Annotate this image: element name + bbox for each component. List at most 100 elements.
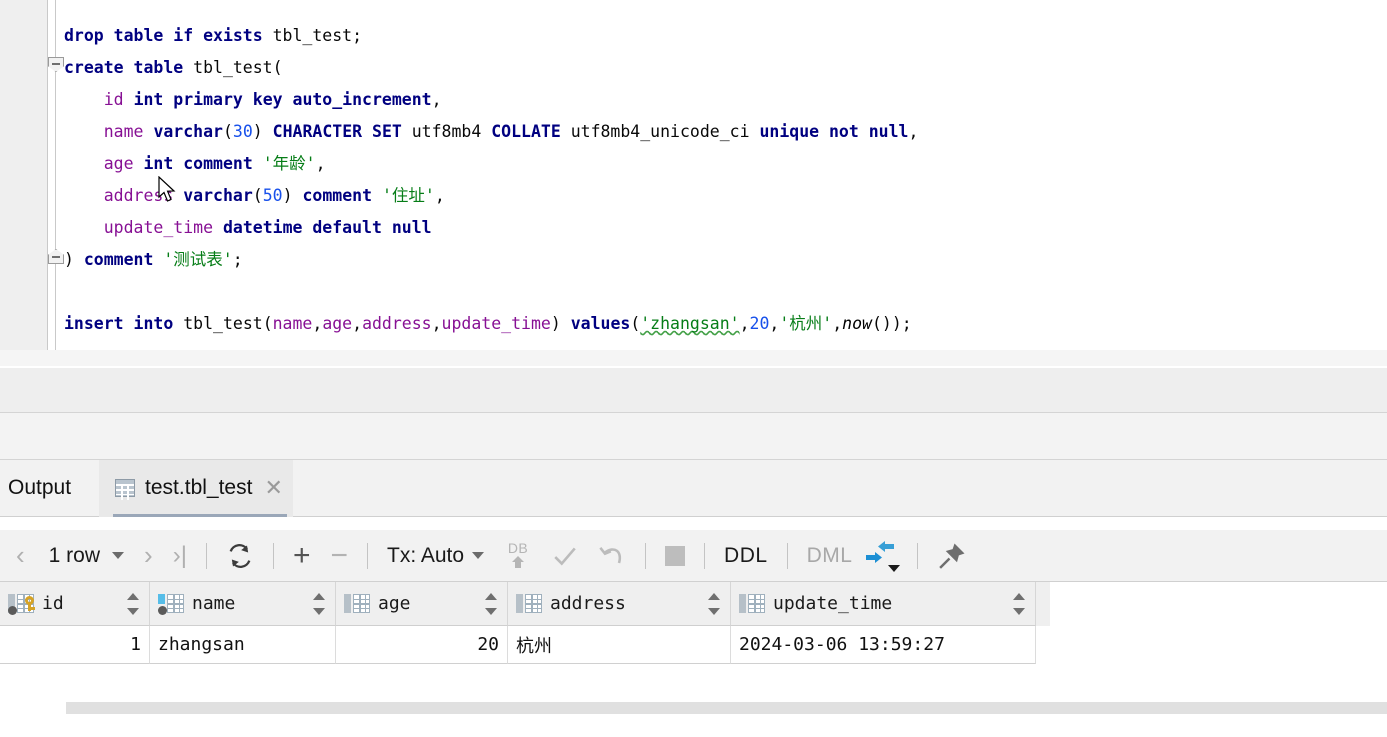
code-token: '年龄' [262,154,316,173]
table-cell-name[interactable]: zhangsan [150,626,336,664]
close-icon[interactable]: ✕ [264,477,282,499]
table-cell-address[interactable]: 杭州 [508,626,731,664]
sort-toggle-icon[interactable] [313,593,325,615]
code-token: 30 [232,122,253,141]
code-token: comment [302,186,373,205]
grid-column-header-name[interactable]: name [150,582,336,626]
grid-column-header-update_time[interactable]: update_time [731,582,1036,626]
transaction-mode-dropdown[interactable]: Tx: Auto [377,530,494,582]
transpose-icon [864,540,901,572]
row-count-dropdown[interactable]: 1 row [35,530,134,582]
sql-editor[interactable]: drop table if exists tbl_test; create ta… [0,0,1387,714]
check-icon [554,547,576,565]
code-token: tbl_test( [183,314,273,333]
sql-code-text[interactable]: drop table if exists tbl_test; create ta… [64,20,918,340]
toolbar-separator [205,542,207,569]
table-cell-update_time[interactable]: 2024-03-06 13:59:27 [731,626,1036,664]
grid-column-label: address [550,593,626,614]
db-upload-icon: DB [504,540,532,571]
results-tabbar[interactable]: Output test.tbl_test ✕ [0,459,1387,517]
chevron-right-icon: › [144,540,153,570]
remove-row-button[interactable]: − [320,530,358,582]
sort-toggle-icon[interactable] [127,593,139,615]
grid-column-header-age[interactable]: age [336,582,508,626]
code-token: , [312,314,323,333]
dml-label: DML [806,543,853,567]
result-toolbar[interactable]: ‹ 1 row › ›| + − Tx: Auto DB DDL DML [0,530,1387,582]
code-token: , [769,314,780,333]
sort-toggle-icon[interactable] [485,593,497,615]
code-line: insert into tbl_test(name,age,address,up… [64,314,912,333]
fold-open-icon[interactable] [48,57,64,72]
code-token: '测试表' [163,250,233,269]
result-grid[interactable]: id name age address update_time 1 zhangsan 20 杭… [0,582,1050,664]
chevron-left-icon: ‹ [16,540,25,570]
tab-test-tbl-test[interactable]: test.tbl_test ✕ [99,459,293,517]
editor-hscrollbar-thumb[interactable] [66,702,1387,714]
code-fold-line [55,0,56,350]
mouse-cursor [158,176,176,202]
grid-column-label: name [192,593,236,614]
sort-toggle-icon[interactable] [708,593,720,615]
code-token: 'zhangsan' [640,314,740,333]
code-line: update_time datetime default null [64,218,432,237]
rollback-button[interactable] [588,530,636,582]
code-token: '住址' [381,186,435,205]
stop-button[interactable] [655,530,695,582]
code-token: utf8mb4_unicode_ci [560,122,760,141]
toolbar-separator [917,542,919,569]
editor-hscrollbar-track[interactable] [0,350,1387,714]
next-page-button[interactable]: › [134,530,163,582]
submit-to-db-button[interactable]: DB [494,530,542,582]
column-icon [344,593,370,614]
code-token: unique not null [759,122,909,141]
code-token: drop table if exists [64,26,273,45]
prev-page-button[interactable]: ‹ [0,530,35,582]
code-line: create table tbl_test( [64,58,283,77]
code-line: name varchar(30) CHARACTER SET utf8mb4 C… [64,122,919,141]
ide-window: drop table if exists tbl_test; create ta… [0,0,1387,737]
column-icon [739,593,765,614]
commit-button[interactable] [542,530,588,582]
table-cell-age[interactable]: 20 [336,626,508,664]
code-token: ; [232,250,243,269]
code-token: , [908,122,919,141]
tx-mode-label: Tx: Auto [387,543,465,567]
grid-column-header-id[interactable]: id [0,582,150,626]
tab-output[interactable]: Output [0,460,99,517]
code-token: now [842,314,872,333]
table-row[interactable]: 1 zhangsan 20 杭州 2024-03-06 13:59:27 [0,626,1050,664]
pin-button[interactable] [927,530,977,582]
data-extractor-dropdown[interactable] [862,530,908,582]
fold-close-icon[interactable] [48,249,64,264]
table-cell-id[interactable]: 1 [0,626,150,664]
code-token: 50 [262,186,283,205]
dml-button[interactable]: DML [797,530,863,582]
sort-toggle-icon[interactable] [1013,593,1025,615]
grid-column-label: update_time [773,593,893,614]
code-token: , [434,186,445,205]
ddl-button[interactable]: DDL [714,530,778,582]
toolbar-separator [367,542,368,569]
last-page-button[interactable]: ›| [163,530,197,582]
minus-icon: − [330,538,348,572]
reload-icon [229,543,251,568]
grid-column-header-address[interactable]: address [508,582,731,626]
add-row-button[interactable]: + [283,530,321,582]
grid-body[interactable]: 1 zhangsan 20 杭州 2024-03-06 13:59:27 [0,626,1050,664]
chevron-down-icon [112,552,125,559]
code-token: , [431,314,442,333]
grid-header-row[interactable]: id name age address update_time [0,582,1050,626]
tab-result-label: test.tbl_test [145,476,253,499]
table-icon [115,479,136,500]
reload-button[interactable] [216,530,264,582]
undo-icon [599,546,622,563]
code-token: update_time [103,218,214,237]
editor-gutter [0,0,48,350]
